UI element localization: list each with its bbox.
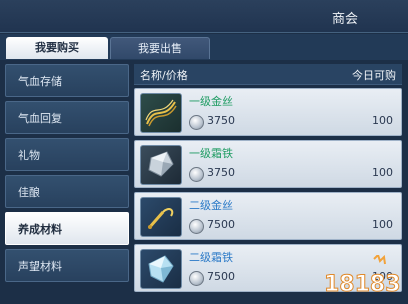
column-header-limit: 今日可购 xyxy=(352,69,396,82)
sidebar-item-gifts[interactable]: 礼物 xyxy=(5,138,129,171)
item-price: 3750 xyxy=(207,166,235,179)
item-daily-limit: 100 xyxy=(372,114,393,127)
item-name: 一级霜铁 xyxy=(189,147,233,160)
gold-silk-icon xyxy=(140,93,182,133)
tab-bar: 我要购买 我要出售 xyxy=(0,34,408,60)
sidebar-item-hp-recovery[interactable]: 气血回复 xyxy=(5,101,129,134)
item-daily-limit: 100 xyxy=(372,166,393,179)
silver-coin-icon xyxy=(189,271,204,286)
frost-iron-icon xyxy=(140,145,182,185)
tab-sell[interactable]: 我要出售 xyxy=(110,37,210,59)
item-price: 7500 xyxy=(207,270,235,283)
list-item[interactable]: 二级金丝 7500 100 xyxy=(134,192,402,240)
item-name: 二级霜铁 xyxy=(189,251,233,264)
silver-coin-icon xyxy=(189,115,204,130)
watermark-logo: 18183 xyxy=(322,253,406,301)
silver-coin-icon xyxy=(189,167,204,182)
column-header-name: 名称/价格 xyxy=(140,69,188,82)
sidebar-item-materials[interactable]: 养成材料 xyxy=(5,212,129,245)
frost-iron-icon xyxy=(140,249,182,289)
list-item[interactable]: 一级霜铁 3750 100 xyxy=(134,140,402,188)
sidebar-item-wine[interactable]: 佳酿 xyxy=(5,175,129,208)
item-daily-limit: 100 xyxy=(372,218,393,231)
svg-text:18183: 18183 xyxy=(324,272,401,297)
page-title: 商会 xyxy=(331,12,358,27)
category-sidebar: 气血存储 气血回复 礼物 佳酿 养成材料 声望材料 xyxy=(5,64,129,286)
list-item[interactable]: 一级金丝 3750 100 xyxy=(134,88,402,136)
item-price: 7500 xyxy=(207,218,235,231)
item-price: 3750 xyxy=(207,114,235,127)
title-bar: 商会 xyxy=(0,0,408,33)
sidebar-item-reputation[interactable]: 声望材料 xyxy=(5,249,129,282)
item-name: 二级金丝 xyxy=(189,199,233,212)
tab-buy[interactable]: 我要购买 xyxy=(6,37,108,59)
list-header: 名称/价格 今日可购 xyxy=(134,64,402,85)
item-name: 一级金丝 xyxy=(189,95,233,108)
silver-coin-icon xyxy=(189,219,204,234)
gold-silk-icon xyxy=(140,197,182,237)
sidebar-item-hp-storage[interactable]: 气血存储 xyxy=(5,64,129,97)
